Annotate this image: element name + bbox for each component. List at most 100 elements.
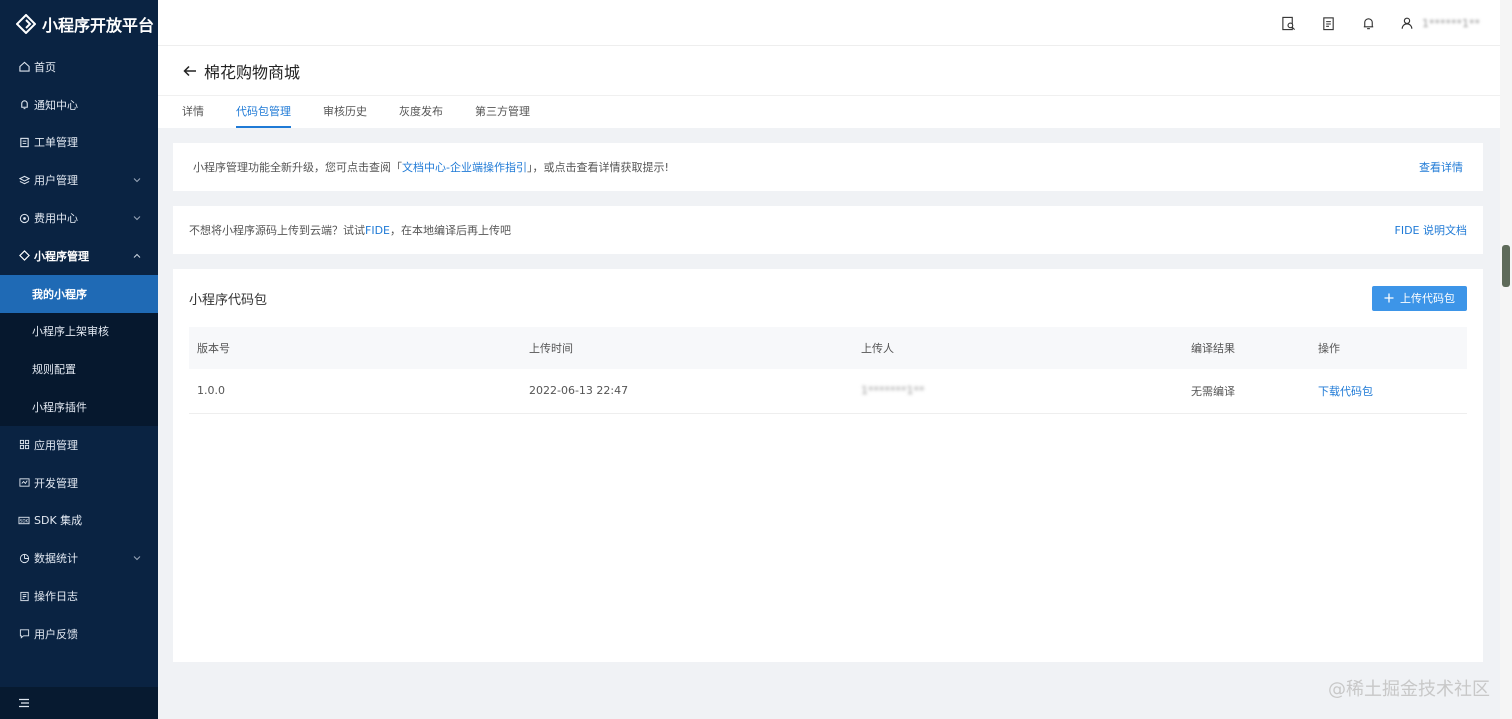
tab-gray-release[interactable]: 灰度发布	[399, 96, 443, 128]
sidebar-item-users[interactable]: 用户管理	[0, 161, 158, 199]
users-icon	[18, 174, 30, 186]
log-icon	[18, 590, 30, 602]
plus-icon	[1384, 293, 1394, 303]
sidebar-item-rules[interactable]: 规则配置	[0, 350, 158, 389]
sidebar-submenu: 我的小程序 小程序上架审核 规则配置 小程序插件	[0, 274, 158, 426]
watermark: @稀土掘金技术社区	[1328, 679, 1490, 700]
sidebar-menu: 首页 通知中心 工单管理 用户管理 费用中心 小程序管理	[0, 48, 158, 275]
sidebar-item-miniapp-review[interactable]: 小程序上架审核	[0, 312, 158, 351]
page-header: 棉花购物商城 详情 代码包管理 审核历史 灰度发布 第三方管理	[158, 46, 1500, 128]
sidebar-item-miniapp-management[interactable]: 小程序管理	[0, 237, 158, 275]
sidebar-item-apps[interactable]: 应用管理	[0, 426, 158, 464]
code-package-panel: 小程序代码包 上传代码包 版本号 上传时间 上传人 编译结果 操作 1.0.0 …	[173, 269, 1483, 662]
logo-icon	[16, 14, 36, 34]
sidebar-item-notifications[interactable]: 通知中心	[0, 86, 158, 124]
sdk-icon: SDK	[18, 514, 30, 526]
cell-result: 无需编译	[1183, 369, 1310, 414]
notice-text-suffix: ，在本地编译后再上传吧	[390, 224, 511, 237]
feedback-icon	[18, 628, 30, 640]
sidebar-item-label: 开发管理	[34, 476, 78, 490]
logo[interactable]: 小程序开放平台	[0, 0, 158, 48]
tab-review-history[interactable]: 审核历史	[323, 96, 367, 128]
sidebar-item-label: 通知中心	[34, 98, 78, 112]
tab-details[interactable]: 详情	[182, 96, 204, 128]
menu-collapse-icon	[19, 698, 29, 708]
column-header-result: 编译结果	[1183, 327, 1310, 369]
sidebar-item-sdk[interactable]: SDK SDK 集成	[0, 502, 158, 540]
grid-icon	[18, 439, 30, 451]
sidebar-item-label: 用户管理	[34, 174, 78, 188]
sidebar-collapse-button[interactable]	[0, 687, 158, 719]
scrollbar-thumb[interactable]	[1502, 245, 1510, 287]
doc-search-icon[interactable]	[1280, 15, 1296, 31]
sidebar-item-label: 应用管理	[34, 438, 78, 452]
sidebar-item-dev[interactable]: 开发管理	[0, 464, 158, 502]
panel-title: 小程序代码包	[189, 292, 268, 308]
sidebar-item-my-miniapps[interactable]: 我的小程序	[0, 274, 158, 313]
user-icon	[1401, 17, 1413, 29]
table-header-row: 版本号 上传时间 上传人 编译结果 操作	[189, 327, 1467, 369]
upgrade-notice: 小程序管理功能全新升级，您可点击查阅「文档中心-企业端操作指引」，或点击查看详情…	[173, 143, 1483, 191]
sidebar-item-label: 操作日志	[34, 590, 78, 604]
page-scrollbar[interactable]	[1500, 0, 1512, 719]
user-name: 1******1**	[1422, 16, 1480, 30]
fide-link[interactable]: FIDE	[365, 224, 390, 237]
download-package-link[interactable]: 下载代码包	[1318, 385, 1373, 398]
sidebar-menu-lower: 应用管理 开发管理 SDK SDK 集成 数据统计 操作日志 用户反馈	[0, 426, 158, 653]
sidebar-item-label: SDK 集成	[34, 514, 83, 528]
sidebar-item-label: 小程序插件	[32, 401, 87, 415]
column-header-actions: 操作	[1310, 327, 1467, 369]
sidebar-item-label: 工单管理	[34, 136, 78, 150]
sidebar-item-label: 用户反馈	[34, 627, 78, 641]
sidebar-item-label: 费用中心	[34, 212, 78, 226]
arrow-left-icon[interactable]	[182, 63, 198, 79]
ticket-icon	[18, 136, 30, 148]
sidebar-item-plugins[interactable]: 小程序插件	[0, 388, 158, 426]
cell-version: 1.0.0	[189, 369, 521, 414]
sidebar-item-label: 规则配置	[32, 363, 76, 377]
sidebar-item-label: 小程序管理	[34, 249, 89, 263]
user-menu[interactable]: 1******1**	[1400, 16, 1480, 30]
cell-time: 2022-06-13 22:47	[521, 369, 853, 414]
cell-uploader: 1*******1**	[853, 369, 1183, 414]
chevron-up-icon	[133, 253, 141, 258]
home-icon	[18, 61, 30, 73]
topbar-actions: 1******1**	[1280, 0, 1480, 46]
sidebar-item-logs[interactable]: 操作日志	[0, 577, 158, 615]
notice-text-prefix: 小程序管理功能全新升级，您可点击查阅「	[193, 161, 402, 174]
dev-icon	[18, 477, 30, 489]
sidebar-item-home[interactable]: 首页	[0, 48, 158, 86]
fide-notice: 不想将小程序源码上传到云端？试试FIDE，在本地编译后再上传吧 FIDE 说明文…	[173, 206, 1483, 254]
bell-icon[interactable]	[1360, 15, 1376, 31]
column-header-uploader: 上传人	[853, 327, 1183, 369]
sidebar-item-tickets[interactable]: 工单管理	[0, 124, 158, 162]
tab-code-packages[interactable]: 代码包管理	[236, 96, 291, 128]
bell-icon	[18, 99, 30, 111]
clipboard-icon[interactable]	[1320, 15, 1336, 31]
panel-header: 小程序代码包 上传代码包	[189, 269, 1467, 327]
svg-text:SDK: SDK	[20, 518, 29, 523]
sidebar-item-feedback[interactable]: 用户反馈	[0, 615, 158, 653]
sidebar-item-stats[interactable]: 数据统计	[0, 539, 158, 577]
tab-third-party[interactable]: 第三方管理	[475, 96, 530, 128]
sidebar-item-label: 我的小程序	[32, 287, 87, 301]
chart-icon	[18, 552, 30, 564]
upload-package-button[interactable]: 上传代码包	[1372, 285, 1467, 311]
notice-text-suffix: 」，或点击查看详情获取提示!	[526, 161, 669, 174]
fide-docs-link[interactable]: FIDE 说明文档	[1395, 222, 1468, 238]
view-details-link[interactable]: 查看详情	[1419, 159, 1463, 175]
code-package-table: 版本号 上传时间 上传人 编译结果 操作 1.0.0 2022-06-13 22…	[189, 327, 1467, 414]
fide-notice-text: 不想将小程序源码上传到云端？试试FIDE，在本地编译后再上传吧	[189, 222, 511, 238]
notice-text-prefix: 不想将小程序源码上传到云端？试试	[189, 224, 365, 237]
column-header-time: 上传时间	[521, 327, 853, 369]
miniapp-icon	[18, 250, 30, 262]
sidebar-item-label: 小程序上架审核	[32, 325, 109, 339]
upload-button-label: 上传代码包	[1400, 292, 1455, 305]
doc-center-link[interactable]: 文档中心-企业端操作指引	[402, 161, 527, 174]
sidebar-item-fees[interactable]: 费用中心	[0, 199, 158, 237]
chevron-down-icon	[133, 216, 141, 221]
fee-icon	[18, 212, 30, 224]
sidebar-item-label: 数据统计	[34, 552, 78, 566]
chevron-down-icon	[133, 556, 141, 561]
topbar: 1******1**	[158, 0, 1500, 46]
